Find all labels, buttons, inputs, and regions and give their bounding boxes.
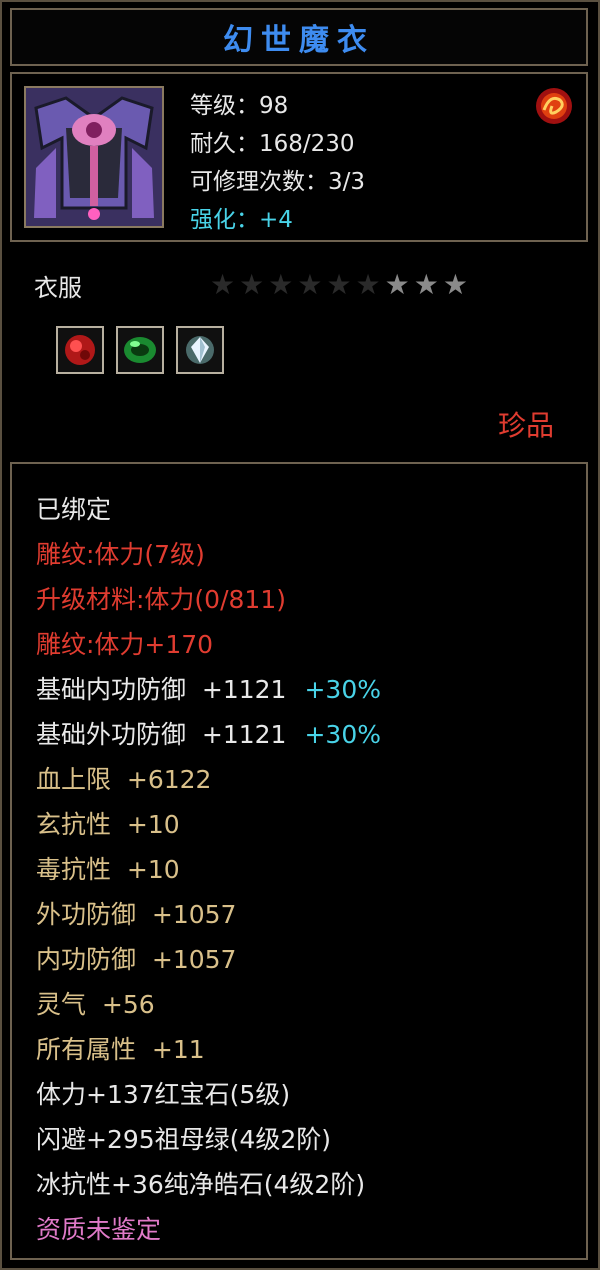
star-icon: ★ [268,268,294,301]
attribute-row: 升级材料:体力(0/811) [36,580,286,616]
attribute-row: 冰抗性+36纯净皓石(4级2阶) [36,1165,365,1201]
star-icon: ★ [326,268,352,301]
attribute-row: 闪避+295祖母绿(4级2阶) [36,1120,331,1156]
attribute-row: 外功防御 +1057 [36,895,236,931]
attribute-text: 玄抗性 +10 [36,810,180,839]
durability-text: 耐久：168/230 [190,131,355,157]
enhance-text: 强化：+4 [190,207,293,233]
attribute-text: 基础外功防御 +1121 [36,720,287,749]
star-icon: ★ [210,268,236,301]
attribute-text: 体力+137红宝石(5级) [36,1080,291,1109]
attribute-text: 闪避+295祖母绿(4级2阶) [36,1125,331,1154]
item-type: 衣服 [34,274,82,302]
ruby-gem-icon [65,335,95,365]
attribute-row: 血上限 +6122 [36,760,211,796]
attribute-text: 资质未鉴定 [36,1215,162,1244]
rarity-label: 珍品 [497,409,554,442]
attribute-row: 玄抗性 +10 [36,805,180,841]
attribute-bonus: +30% [304,720,381,749]
attribute-row: 基础外功防御 +1121 +30% [36,715,381,751]
star-icon: ★ [355,268,381,301]
attribute-text: 内功防御 +1057 [36,945,237,974]
diamond-gem-icon [186,336,214,364]
attribute-text: 雕纹:体力(7级) [36,540,205,569]
attribute-text: 毒抗性 +10 [36,855,180,884]
repair-count-text: 可修理次数：3/3 [190,169,366,195]
attribute-row: 基础内功防御 +1121 +30% [36,670,381,706]
level-text: 等级：98 [190,93,289,119]
attribute-row: 内功防御 +1057 [36,940,236,976]
attribute-row: 资质未鉴定 [36,1210,161,1246]
attribute-row: 雕纹:体力(7级) [36,535,205,571]
attribute-text: 已绑定 [36,495,112,524]
armor-icon [26,88,162,226]
gem-sockets [56,326,224,374]
attribute-text: 所有属性 +11 [36,1035,205,1064]
star-icon: ★ [413,268,439,301]
item-portrait [24,86,164,228]
star-icon: ★ [384,268,410,301]
star-icon: ★ [239,268,265,301]
attribute-text: 外功防御 +1057 [36,900,237,929]
attribute-list: 已绑定雕纹:体力(7级) 升级材料:体力(0/811) 雕纹:体力+170 基础内功防… [10,462,588,1260]
attribute-row: 已绑定 [36,490,111,526]
attribute-row: 雕纹:体力+170 [36,625,213,661]
attribute-text: 基础内功防御 +1121 [36,675,287,704]
attribute-text: 冰抗性+36纯净皓石(4级2阶) [36,1170,366,1199]
attribute-text: 雕纹:体力+170 [36,630,214,659]
gem-slot[interactable] [116,326,164,374]
star-rating: ★ ★ ★ ★ ★ ★ ★ ★ ★ [210,268,468,301]
attribute-text: 升级材料:体力(0/811) [36,585,286,614]
attribute-row: 灵气 +56 [36,985,155,1021]
attribute-bonus: +30% [304,675,381,704]
title-bar: 幻世魔衣 [10,8,588,66]
gem-slot[interactable] [56,326,104,374]
star-icon: ★ [442,268,468,301]
star-icon: ★ [297,268,323,301]
attribute-text: 灵气 +56 [36,990,155,1019]
attribute-row: 毒抗性 +10 [36,850,180,886]
item-info-box: 等级：98 耐久：168/230 可修理次数：3/3 强化：+4 [10,72,588,242]
dragon-emblem-icon [536,88,572,124]
attribute-row: 体力+137红宝石(5级) [36,1075,290,1111]
item-name: 幻世魔衣 [223,23,375,58]
gem-slot[interactable] [176,326,224,374]
emerald-gem-icon [124,337,156,363]
attribute-row: 所有属性 +11 [36,1030,205,1066]
attribute-text: 血上限 +6122 [36,765,212,794]
